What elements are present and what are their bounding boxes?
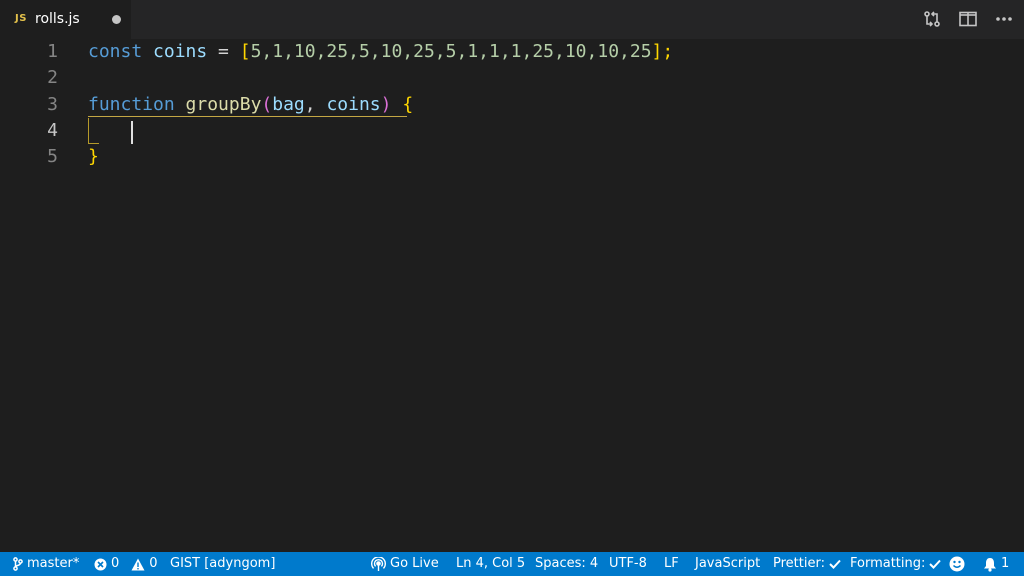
line-number: 2	[47, 67, 58, 88]
more-actions-icon[interactable]	[994, 9, 1014, 29]
eol-selector[interactable]: LF	[664, 552, 679, 576]
line-content: }	[88, 144, 99, 170]
code-line-current[interactable]: 4	[0, 118, 1024, 144]
code-line[interactable]: 5 }	[0, 144, 1024, 170]
parameter-token: bag	[272, 94, 305, 115]
keyword-token: function	[88, 94, 175, 115]
language-mode-selector[interactable]: JavaScript	[695, 552, 760, 576]
branch-indicator[interactable]: master*	[13, 552, 79, 576]
line-number: 5	[47, 146, 58, 167]
check-icon	[929, 559, 942, 569]
array-values: 5,1,10,25,5,10,25,5,1,1,1,25,10,10,25	[250, 41, 652, 62]
broadcast-icon	[371, 556, 386, 572]
javascript-file-icon: JS	[15, 13, 27, 24]
language-label: JavaScript	[695, 556, 761, 571]
indentation-selector[interactable]: Spaces: 4	[535, 552, 598, 576]
branch-name: master*	[27, 556, 80, 571]
paren-token: )	[380, 94, 392, 115]
cursor-position[interactable]: Ln 4, Col 5	[456, 552, 525, 576]
line-content: const coins = [5,1,10,25,5,10,25,5,1,1,1…	[88, 39, 673, 65]
punctuation-token: ,	[304, 94, 327, 115]
bracket-match-underline	[88, 116, 407, 117]
error-icon	[94, 558, 107, 571]
line-number: 3	[47, 94, 58, 115]
unsaved-dot-icon[interactable]	[112, 15, 121, 24]
code-line[interactable]: 2	[0, 65, 1024, 91]
function-name-token: groupBy	[185, 94, 262, 115]
warning-count: 0	[149, 556, 158, 571]
paren-token: (	[261, 94, 273, 115]
problems-indicator[interactable]: 0 0	[94, 552, 158, 576]
indentation-label: Spaces: 4	[535, 556, 599, 571]
bracket-token: ];	[651, 41, 674, 62]
cursor-position-label: Ln 4, Col 5	[456, 556, 526, 571]
bracket-token: [	[239, 41, 251, 62]
go-live-button[interactable]: Go Live	[371, 552, 439, 576]
encoding-selector[interactable]: UTF-8	[609, 552, 647, 576]
bell-icon	[983, 557, 997, 572]
parameter-token: coins	[326, 94, 381, 115]
gist-label: GIST [adyngom]	[170, 556, 276, 571]
keyword-token: const	[88, 41, 143, 62]
gist-indicator[interactable]: GIST [adyngom]	[170, 552, 275, 576]
brace-token: }	[88, 146, 99, 167]
line-content: function groupBy(bag, coins) {	[88, 92, 413, 118]
eol-label: LF	[664, 556, 679, 571]
compare-changes-icon[interactable]	[922, 9, 942, 29]
warning-icon	[131, 558, 145, 571]
prettier-status[interactable]: Prettier:	[773, 552, 841, 576]
prettier-label: Prettier:	[773, 556, 825, 571]
line-number: 4	[47, 120, 58, 141]
identifier-token: coins	[153, 41, 208, 62]
smiley-icon	[949, 556, 965, 572]
notification-count: 1	[1001, 556, 1010, 571]
go-live-label: Go Live	[390, 556, 439, 571]
tab-bar: JS rolls.js	[0, 0, 1024, 39]
status-bar: master* 0 0 GIST [adyngom] Go Live Ln 4,…	[0, 552, 1024, 576]
feedback-button[interactable]	[949, 552, 965, 576]
notifications-button[interactable]: 1	[983, 552, 1009, 576]
tab-rolls-js[interactable]: JS rolls.js	[0, 0, 131, 39]
code-line[interactable]: 1 const coins = [5,1,10,25,5,10,25,5,1,1…	[0, 39, 1024, 65]
indent-guide	[88, 118, 99, 144]
formatting-label: Formatting:	[850, 556, 926, 571]
encoding-label: UTF-8	[609, 556, 647, 571]
error-count: 0	[111, 556, 120, 571]
brace-token: {	[391, 94, 414, 115]
code-line[interactable]: 3 function groupBy(bag, coins) {	[0, 92, 1024, 118]
git-branch-icon	[13, 557, 23, 571]
operator-token: =	[207, 41, 240, 62]
tab-label: rolls.js	[35, 11, 80, 27]
text-cursor	[131, 121, 133, 144]
editor-actions	[922, 9, 1014, 29]
formatting-status[interactable]: Formatting:	[850, 552, 942, 576]
check-icon	[829, 559, 841, 569]
line-number: 1	[47, 41, 58, 62]
split-editor-icon[interactable]	[958, 9, 978, 29]
